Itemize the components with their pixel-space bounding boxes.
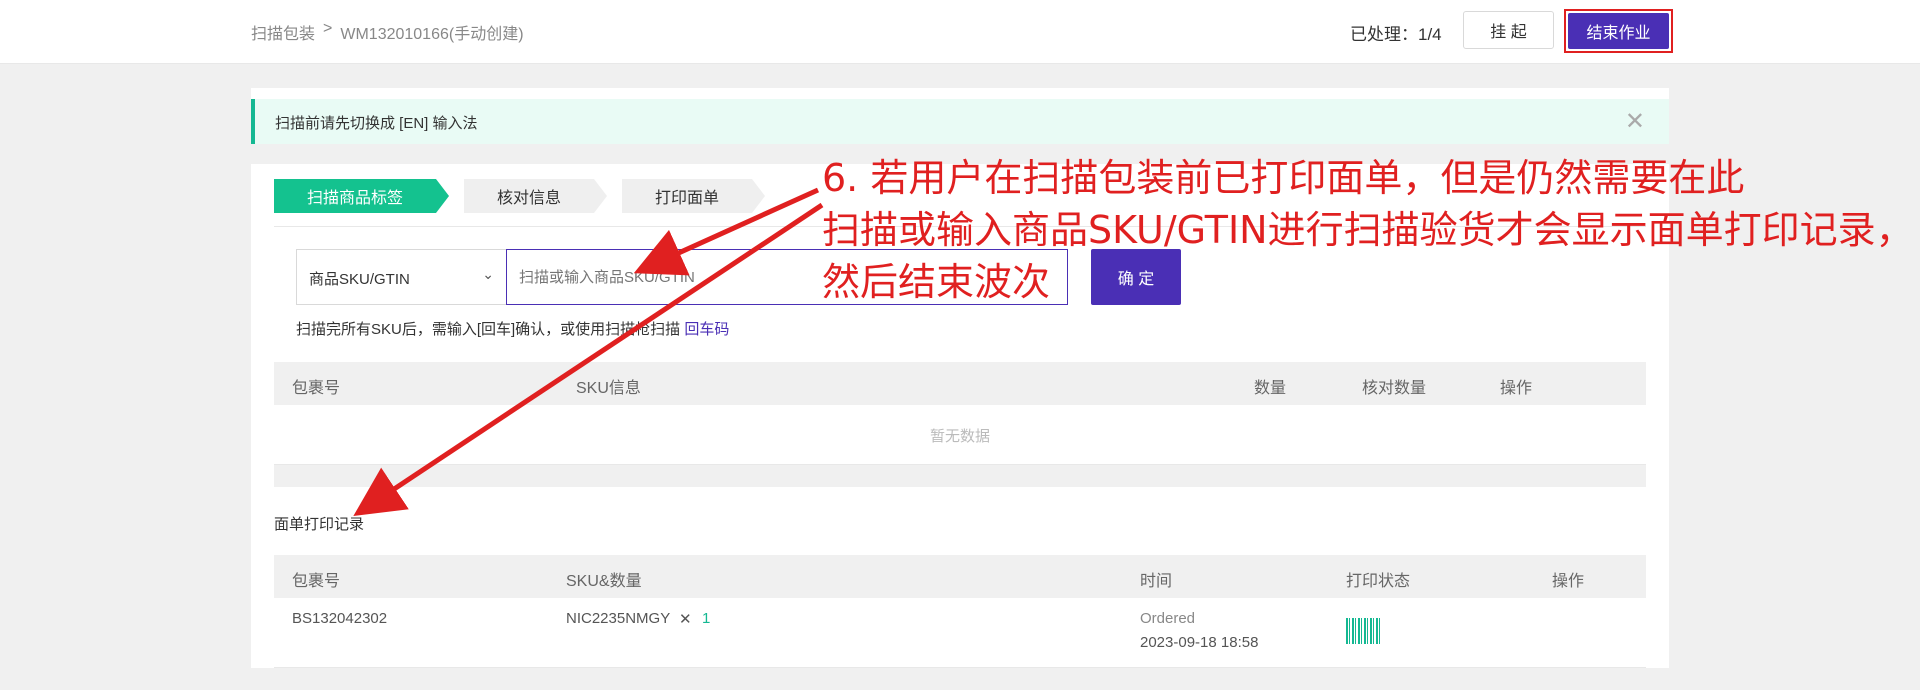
- arrow-to-print-record: [353, 202, 824, 517]
- arrow-to-input: [633, 187, 820, 276]
- annotation-arrows: [353, 187, 824, 517]
